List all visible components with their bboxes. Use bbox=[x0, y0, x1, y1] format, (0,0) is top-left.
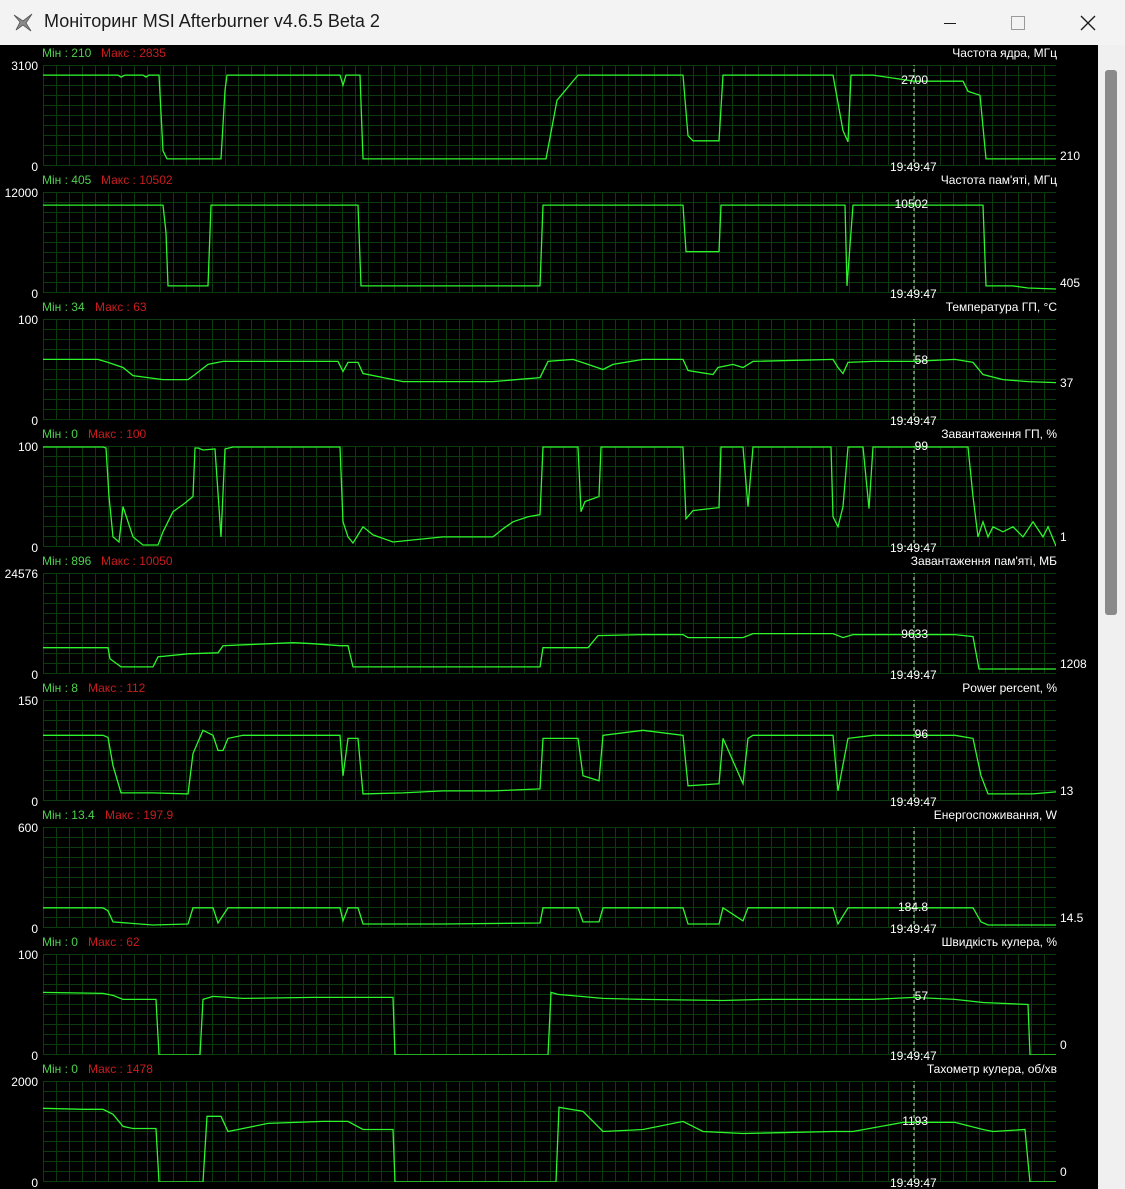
minimize-icon bbox=[944, 23, 956, 24]
plot-area[interactable] bbox=[43, 700, 1056, 801]
graph-fan-tachometer[interactable]: Мін : 0 Макс : 1478 Тахометр кулера, об/… bbox=[0, 1061, 1098, 1189]
max-label: Макс : 10050 bbox=[101, 554, 173, 568]
afterburner-monitor-window: Моніторинг MSI Afterburner v4.6.5 Beta 2… bbox=[0, 0, 1125, 1189]
graph-gpu-temperature[interactable]: Мін : 34 Макс : 63 Температура ГП, °C 10… bbox=[0, 299, 1098, 428]
axis-max-label: 100 bbox=[17, 948, 38, 962]
close-button[interactable] bbox=[1053, 0, 1123, 45]
current-value-label: 99 bbox=[914, 439, 928, 453]
axis-max-label: 100 bbox=[17, 440, 38, 454]
min-label: Мін : 405 bbox=[42, 173, 92, 187]
max-label: Макс : 62 bbox=[88, 935, 140, 949]
title-bar[interactable]: Моніторинг MSI Afterburner v4.6.5 Beta 2 bbox=[0, 0, 1125, 46]
graph-svg bbox=[43, 700, 1056, 801]
grid-lines bbox=[43, 1081, 1056, 1182]
graph-core-clock[interactable]: Мін : 210 Макс : 2835 Частота ядра, МГц … bbox=[0, 45, 1098, 174]
max-label: Макс : 100 bbox=[88, 427, 147, 441]
latest-value-label: 1208 bbox=[1060, 657, 1087, 671]
min-label: Мін : 0 bbox=[42, 1062, 78, 1076]
plot-area[interactable] bbox=[43, 446, 1056, 547]
axis-max-label: 150 bbox=[17, 694, 38, 708]
plot-area[interactable] bbox=[43, 954, 1056, 1055]
close-icon bbox=[1080, 15, 1096, 31]
graph-title: Швидкість кулера, % bbox=[941, 935, 1057, 949]
current-value-label: 184.8 bbox=[897, 899, 928, 914]
vertical-scrollbar[interactable] bbox=[1098, 45, 1125, 1189]
max-label: Макс : 1478 bbox=[88, 1062, 153, 1076]
min-label: Мін : 13.4 bbox=[42, 808, 95, 822]
graph-power-percent[interactable]: Мін : 8 Макс : 112 Power percent, % 150 … bbox=[0, 680, 1098, 809]
graph-title: Температура ГП, °C bbox=[945, 300, 1057, 314]
graph-title: Завантаження ГП, % bbox=[941, 427, 1057, 441]
sensor-trace-line bbox=[43, 204, 1056, 290]
graph-title: Тахометр кулера, об/хв bbox=[926, 1062, 1057, 1076]
min-label: Мін : 34 bbox=[42, 300, 85, 314]
maximize-icon bbox=[1011, 16, 1025, 30]
grid-lines bbox=[43, 573, 1056, 674]
graph-fan-speed[interactable]: Мін : 0 Макс : 62 Швидкість кулера, % 10… bbox=[0, 934, 1098, 1063]
min-label: Мін : 896 bbox=[42, 554, 92, 568]
grid-lines bbox=[43, 954, 1056, 1055]
min-label: Мін : 0 bbox=[42, 935, 78, 949]
max-label: Макс : 63 bbox=[95, 300, 147, 314]
current-value-label: 96 bbox=[914, 727, 928, 742]
latest-value-label: 37 bbox=[1060, 375, 1074, 390]
plot-area[interactable] bbox=[43, 319, 1056, 420]
current-value-label: 9633 bbox=[901, 626, 928, 641]
graph-gpu-usage[interactable]: Мін : 0 Макс : 100 Завантаження ГП, % 10… bbox=[0, 426, 1098, 555]
latest-value-label: 13 bbox=[1060, 784, 1074, 798]
latest-value-label: 0 bbox=[1060, 1038, 1067, 1052]
graph-title: Енергоспоживання, W bbox=[933, 808, 1057, 822]
plot-area[interactable] bbox=[43, 1081, 1056, 1182]
maximize-button[interactable] bbox=[983, 0, 1053, 45]
graph-title: Завантаження пам'яті, МБ bbox=[910, 554, 1057, 568]
timestamp-label: 19:49:47 bbox=[890, 1176, 937, 1189]
current-value-label: 2700 bbox=[901, 73, 928, 88]
latest-value-label: 0 bbox=[1060, 1165, 1067, 1179]
afterburner-plane-icon bbox=[13, 13, 33, 32]
min-label: Мін : 0 bbox=[42, 427, 78, 441]
max-label: Макс : 2835 bbox=[101, 46, 166, 60]
axis-min-label: 0 bbox=[31, 1176, 38, 1189]
graph-title: Частота пам'яті, МГц bbox=[940, 173, 1057, 187]
graph-svg bbox=[43, 446, 1056, 547]
graphs-area[interactable]: Мін : 210 Макс : 2835 Частота ядра, МГц … bbox=[0, 45, 1098, 1189]
max-label: Макс : 197.9 bbox=[105, 808, 174, 822]
max-label: Макс : 10502 bbox=[101, 173, 173, 187]
grid-lines bbox=[43, 319, 1056, 420]
window-title: Моніторинг MSI Afterburner v4.6.5 Beta 2 bbox=[44, 11, 380, 31]
current-value-label: 1193 bbox=[902, 1114, 928, 1129]
current-value-label: 58 bbox=[914, 353, 928, 368]
axis-max-label: 100 bbox=[17, 313, 38, 327]
min-label: Мін : 8 bbox=[42, 681, 78, 695]
graph-svg bbox=[43, 954, 1056, 1055]
scrollbar-thumb[interactable] bbox=[1105, 70, 1117, 615]
sensor-trace-line bbox=[43, 74, 1056, 160]
graph-svg bbox=[43, 1081, 1056, 1182]
axis-max-label: 600 bbox=[17, 821, 38, 835]
minimize-button[interactable] bbox=[915, 0, 985, 45]
latest-value-label: 405 bbox=[1060, 276, 1081, 290]
current-value-label: 57 bbox=[914, 989, 928, 1004]
graph-svg bbox=[43, 319, 1056, 420]
graph-power-draw[interactable]: Мін : 13.4 Макс : 197.9 Енергоспоживання… bbox=[0, 807, 1098, 936]
axis-max-label: 24576 bbox=[4, 567, 38, 581]
axis-max-label: 2000 bbox=[11, 1075, 38, 1089]
axis-max-label: 12000 bbox=[4, 186, 38, 200]
plot-area[interactable] bbox=[43, 573, 1056, 674]
min-label: Мін : 210 bbox=[42, 46, 92, 60]
graph-svg bbox=[43, 573, 1056, 674]
current-value-label: 10502 bbox=[894, 197, 928, 212]
latest-value-label: 1 bbox=[1060, 530, 1067, 544]
latest-value-label: 210 bbox=[1060, 149, 1081, 163]
graph-memory-clock[interactable]: Мін : 405 Макс : 10502 Частота пам'яті, … bbox=[0, 172, 1098, 301]
latest-value-label: 14.5 bbox=[1060, 911, 1084, 925]
graph-title: Частота ядра, МГц bbox=[952, 46, 1057, 60]
graph-title: Power percent, % bbox=[962, 681, 1057, 695]
axis-max-label: 3100 bbox=[11, 59, 38, 73]
graph-memory-usage[interactable]: Мін : 896 Макс : 10050 Завантаження пам'… bbox=[0, 553, 1098, 682]
max-label: Макс : 112 bbox=[88, 681, 146, 695]
